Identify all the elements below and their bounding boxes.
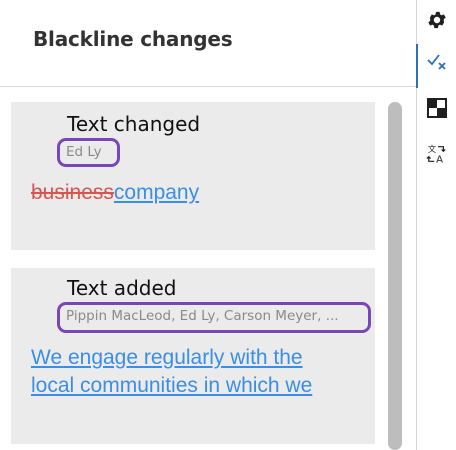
check-x-icon [427,54,446,70]
compare-button[interactable] [417,88,456,128]
scrollbar-thumb[interactable] [388,102,402,450]
translate-button[interactable]: 文 A [417,134,456,174]
panel-header: Blackline changes [0,0,416,87]
inserted-text[interactable]: company [114,181,199,204]
changes-list[interactable]: Text changed Ed Ly businesscompany Text … [0,88,416,450]
added-text-line: local communities in which we [31,374,313,397]
change-type-label: Text changed [67,112,201,136]
deleted-text: business [31,181,114,204]
change-type-label: Text added [67,276,177,300]
translate-icon: 文 A [426,144,446,165]
change-authors: Ed Ly [57,138,120,167]
change-card[interactable]: Text added Pippin MacLeod, Ed Ly, Carson… [11,268,375,444]
svg-text:A: A [436,154,443,165]
added-text[interactable]: We engage regularly with the local commu… [31,344,351,400]
added-text-line: We engage regularly with the [31,346,303,369]
change-card[interactable]: Text changed Ed Ly businesscompany [11,102,375,250]
scrollbar[interactable] [388,102,402,450]
checker-icon [427,98,447,118]
diff-text: businesscompany [31,179,199,207]
change-authors: Pippin MacLeod, Ed Ly, Carson Meyer, ... [57,302,371,333]
blackline-button[interactable] [416,42,456,88]
blackline-app: Blackline changes Text changed Ed Ly bus… [0,0,456,450]
side-toolbar: 文 A [416,0,456,450]
gear-icon [428,11,446,29]
panel-title: Blackline changes [33,27,233,51]
settings-button[interactable] [417,0,456,40]
svg-text:文: 文 [428,144,436,154]
